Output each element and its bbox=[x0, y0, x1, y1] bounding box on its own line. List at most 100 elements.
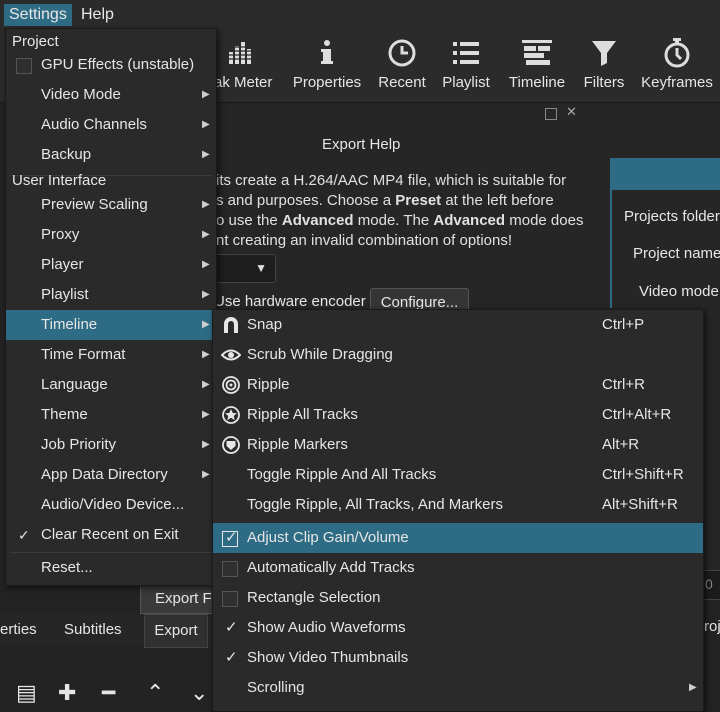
append-icon[interactable]: ▤ bbox=[16, 680, 37, 706]
toolbar-label: ak Meter bbox=[214, 74, 273, 91]
menu-item-ripple[interactable]: Ripple Ctrl+R bbox=[213, 370, 703, 400]
menu-item-ripple-markers[interactable]: Ripple Markers Alt+R bbox=[213, 430, 703, 460]
menu-item-time-format[interactable]: Time Format ▶ bbox=[6, 340, 216, 370]
menu-item-label: Backup bbox=[41, 146, 92, 163]
stopwatch-icon bbox=[638, 38, 716, 68]
menu-item-label: Preview Scaling bbox=[41, 196, 148, 213]
menu-item-proxy[interactable]: Proxy ▶ bbox=[6, 220, 216, 250]
menu-item-rectangle-selection[interactable]: Rectangle Selection bbox=[213, 583, 703, 613]
menu-item-scrub-while-dragging[interactable]: Scrub While Dragging bbox=[213, 340, 703, 370]
shortcut-label: Alt+R bbox=[602, 436, 640, 453]
submenu-arrow-icon: ▶ bbox=[202, 89, 210, 100]
toolbar-timeline[interactable]: Timeline bbox=[504, 30, 570, 102]
menu-item-playlist[interactable]: Playlist ▶ bbox=[6, 280, 216, 310]
menu-item-toggle-ripple-all-tracks[interactable]: Toggle Ripple And All Tracks Ctrl+Shift+… bbox=[213, 460, 703, 490]
toolbar-label: Properties bbox=[292, 74, 362, 91]
menu-item-reset[interactable]: Reset... bbox=[6, 553, 216, 583]
menu-settings[interactable]: Settings bbox=[4, 4, 72, 26]
menu-item-label: Ripple bbox=[247, 376, 290, 393]
menu-item-theme[interactable]: Theme ▶ bbox=[6, 400, 216, 430]
tab-properties[interactable]: erties bbox=[0, 614, 37, 646]
menu-item-snap[interactable]: Snap Ctrl+P bbox=[213, 310, 703, 340]
menu-item-language[interactable]: Language ▶ bbox=[6, 370, 216, 400]
chevron-down-icon[interactable]: ⌄ bbox=[190, 680, 208, 706]
section-project: Project bbox=[12, 33, 59, 50]
menu-item-preview-scaling[interactable]: Preview Scaling ▶ bbox=[6, 190, 216, 220]
menu-bar: Settings Help bbox=[0, 0, 720, 30]
menu-item-video-mode[interactable]: Video Mode ▶ bbox=[6, 80, 216, 110]
menu-item-show-audio-waveforms[interactable]: ✓ Show Audio Waveforms bbox=[213, 613, 703, 643]
menu-item-job-priority[interactable]: Job Priority ▶ bbox=[6, 430, 216, 460]
menu-item-ripple-all-tracks[interactable]: Ripple All Tracks Ctrl+Alt+R bbox=[213, 400, 703, 430]
export-help-line: nt creating an invalid combination of op… bbox=[216, 232, 513, 249]
menu-item-label: Proxy bbox=[41, 226, 80, 243]
preset-combo[interactable]: ▼ bbox=[210, 254, 276, 283]
checkmark-icon: ✓ bbox=[225, 529, 238, 546]
menu-item-audio-channels[interactable]: Audio Channels ▶ bbox=[6, 110, 216, 140]
timeline-icon bbox=[504, 38, 570, 68]
section-user-interface: User Interface bbox=[12, 172, 107, 189]
toolbar-recent[interactable]: Recent bbox=[372, 30, 432, 102]
checkbox[interactable] bbox=[222, 561, 238, 577]
menu-item-backup[interactable]: Backup ▶ bbox=[6, 140, 216, 170]
chevron-up-icon[interactable]: ⌃ bbox=[146, 680, 164, 706]
submenu-arrow-icon: ▶ bbox=[202, 439, 210, 450]
list-icon bbox=[438, 38, 494, 68]
menu-item-toggle-ripple-all-tracks-markers[interactable]: Toggle Ripple, All Tracks, And Markers A… bbox=[213, 490, 703, 520]
menu-item-timeline[interactable]: Timeline ▶ bbox=[6, 310, 216, 340]
panel-header bbox=[612, 158, 720, 190]
float-panel-icon[interactable] bbox=[545, 108, 557, 120]
toolbar-filters[interactable]: Filters bbox=[578, 30, 630, 102]
side-field-value: 0 bbox=[705, 576, 713, 592]
submenu-arrow-icon: ▶ bbox=[689, 682, 697, 693]
submenu-arrow-icon: ▶ bbox=[202, 199, 210, 210]
checkbox[interactable] bbox=[16, 58, 32, 74]
ripple-all-tracks-icon bbox=[221, 405, 241, 425]
close-panel-icon[interactable]: ✕ bbox=[566, 104, 577, 120]
toolbar-properties[interactable]: Properties bbox=[288, 30, 366, 102]
menu-item-label: Theme bbox=[41, 406, 88, 423]
menu-item-label: GPU Effects (unstable) bbox=[41, 56, 195, 73]
menu-help[interactable]: Help bbox=[76, 4, 119, 26]
chevron-down-icon: ▼ bbox=[255, 261, 267, 275]
toolbar-label: Filters bbox=[583, 74, 625, 91]
menu-item-label: Ripple All Tracks bbox=[247, 406, 358, 423]
shortcut-label: Ctrl+Shift+R bbox=[602, 466, 684, 483]
menu-item-adjust-clip-gain[interactable]: ✓ Adjust Clip Gain/Volume bbox=[213, 523, 703, 553]
remove-icon[interactable]: ━ bbox=[102, 680, 115, 706]
clock-icon bbox=[372, 38, 432, 68]
checkbox[interactable] bbox=[222, 591, 238, 607]
menu-item-label: Language bbox=[41, 376, 108, 393]
menu-item-label: Video Mode bbox=[41, 86, 121, 103]
menu-item-auto-add-tracks[interactable]: Automatically Add Tracks bbox=[213, 553, 703, 583]
menu-item-label: Clear Recent on Exit bbox=[41, 526, 179, 543]
menu-item-gpu-effects[interactable]: GPU Effects (unstable) bbox=[6, 50, 216, 80]
menu-item-app-data-directory[interactable]: App Data Directory ▶ bbox=[6, 460, 216, 490]
tab-export[interactable]: Export bbox=[144, 614, 208, 648]
toolbar-label: Playlist bbox=[442, 74, 490, 91]
toolbar-playlist[interactable]: Playlist bbox=[438, 30, 494, 102]
menu-item-label: Time Format bbox=[41, 346, 126, 363]
menu-item-scrolling[interactable]: Scrolling ▶ bbox=[213, 673, 703, 703]
menu-item-label: Audio Channels bbox=[41, 116, 147, 133]
submenu-arrow-icon: ▶ bbox=[202, 289, 210, 300]
submenu-arrow-icon: ▶ bbox=[202, 409, 210, 420]
magnet-icon bbox=[221, 315, 241, 335]
submenu-arrow-icon: ▶ bbox=[202, 349, 210, 360]
menu-item-label: Show Audio Waveforms bbox=[247, 619, 406, 636]
shortcut-label: Ctrl+P bbox=[602, 316, 645, 333]
hardware-encoder-label: Use hardware encoder bbox=[214, 293, 366, 310]
menu-item-audio-video-device[interactable]: Audio/Video Device... bbox=[6, 490, 216, 520]
menu-item-player[interactable]: Player ▶ bbox=[6, 250, 216, 280]
menu-item-label: Timeline bbox=[41, 316, 98, 333]
shortcut-label: Alt+Shift+R bbox=[602, 496, 678, 513]
toolbar-keyframes[interactable]: Keyframes bbox=[638, 30, 716, 102]
add-icon[interactable]: ✚ bbox=[58, 680, 76, 706]
submenu-arrow-icon: ▶ bbox=[202, 379, 210, 390]
export-help-line: its create a H.264/AAC MP4 file, which i… bbox=[216, 172, 567, 189]
tab-subtitles[interactable]: Subtitles bbox=[64, 614, 122, 646]
submenu-arrow-icon: ▶ bbox=[202, 149, 210, 160]
menu-item-show-video-thumbnails[interactable]: ✓ Show Video Thumbnails bbox=[213, 643, 703, 673]
menu-item-label: App Data Directory bbox=[41, 466, 168, 483]
menu-item-clear-recent[interactable]: ✓ Clear Recent on Exit bbox=[6, 520, 216, 550]
